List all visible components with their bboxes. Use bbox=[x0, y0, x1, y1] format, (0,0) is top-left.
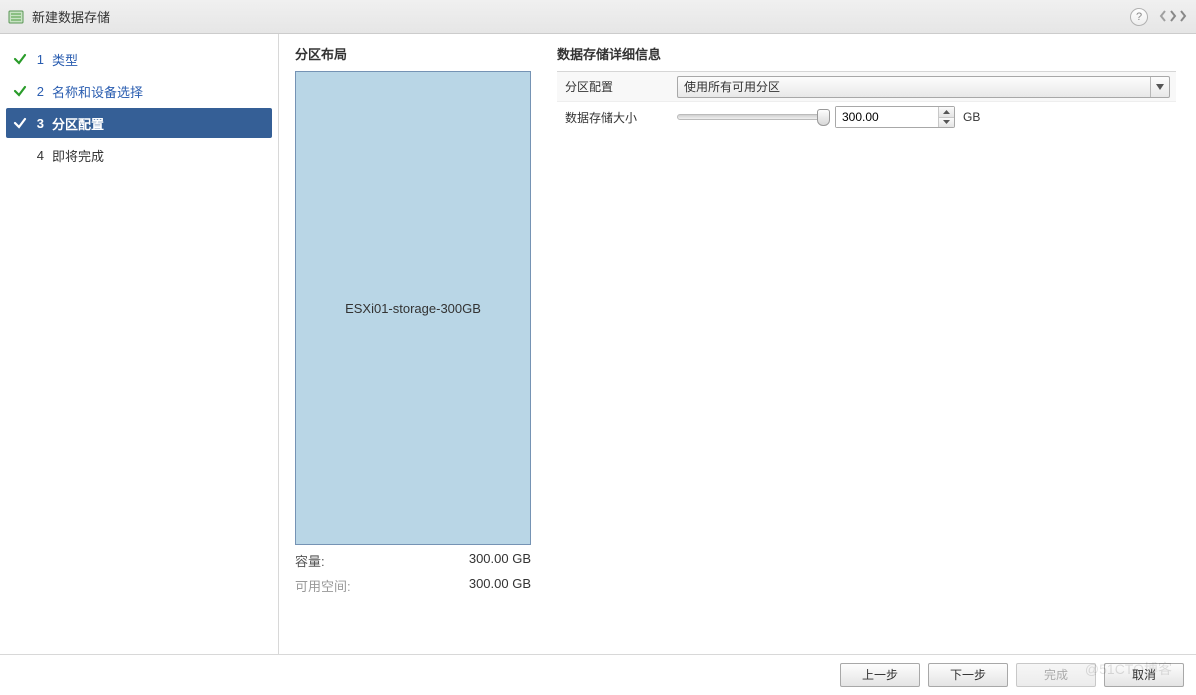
partition-config-label: 分区配置 bbox=[565, 78, 677, 95]
details-panel: 分区配置 使用所有可用分区 数据存储大小 bbox=[557, 71, 1176, 132]
datastore-size-row: 数据存储大小 GB bbox=[557, 102, 1176, 132]
step-ready-complete: 4 即将完成 bbox=[6, 140, 272, 170]
nav-next-icon[interactable] bbox=[1168, 9, 1178, 25]
partition-config-dropdown[interactable]: 使用所有可用分区 bbox=[677, 76, 1170, 98]
capacity-label: 容量: bbox=[295, 551, 325, 570]
step-number: 2 bbox=[28, 84, 44, 99]
datastore-size-spinner[interactable] bbox=[835, 106, 955, 128]
datastore-size-slider[interactable] bbox=[677, 114, 827, 120]
partition-block-label: ESXi01-storage-300GB bbox=[345, 301, 481, 316]
step-number: 4 bbox=[28, 148, 44, 163]
cancel-button[interactable]: 取消 bbox=[1104, 663, 1184, 687]
datastore-details-title: 数据存储详细信息 bbox=[557, 44, 1176, 63]
main-content: 分区布局 ESXi01-storage-300GB 容量: 300.00 GB … bbox=[279, 34, 1196, 654]
nav-prev-icon[interactable] bbox=[1158, 9, 1168, 25]
step-label: 即将完成 bbox=[52, 146, 104, 165]
step-number: 3 bbox=[28, 116, 44, 131]
step-partition-config[interactable]: 3 分区配置 bbox=[6, 108, 272, 138]
step-label: 类型 bbox=[52, 50, 78, 69]
freespace-value: 300.00 GB bbox=[469, 576, 531, 595]
capacity-value: 300.00 GB bbox=[469, 551, 531, 570]
freespace-label: 可用空间: bbox=[295, 576, 351, 595]
datastore-size-input[interactable] bbox=[836, 107, 938, 127]
dialog-title: 新建数据存储 bbox=[32, 7, 110, 26]
finish-button: 完成 bbox=[1016, 663, 1096, 687]
check-icon bbox=[12, 52, 28, 66]
datastore-icon bbox=[8, 9, 24, 25]
wizard-steps-sidebar: 1 类型 2 名称和设备选择 3 分区配置 4 即将完成 bbox=[0, 34, 279, 654]
capacity-row: 容量: 300.00 GB bbox=[295, 551, 531, 570]
spinner-up-icon[interactable] bbox=[939, 107, 954, 118]
wizard-footer: 上一步 下一步 完成 取消 bbox=[0, 654, 1196, 694]
nav-next2-icon[interactable] bbox=[1178, 9, 1188, 25]
datastore-details-column: 数据存储详细信息 分区配置 使用所有可用分区 数据存储大小 bbox=[557, 44, 1176, 644]
help-icon[interactable]: ? bbox=[1130, 8, 1148, 26]
check-icon bbox=[12, 84, 28, 98]
step-number: 1 bbox=[28, 52, 44, 67]
chevron-down-icon bbox=[1150, 77, 1168, 97]
step-type[interactable]: 1 类型 bbox=[6, 44, 272, 74]
back-button[interactable]: 上一步 bbox=[840, 663, 920, 687]
step-label: 名称和设备选择 bbox=[52, 82, 143, 101]
next-button[interactable]: 下一步 bbox=[928, 663, 1008, 687]
check-icon bbox=[12, 116, 28, 130]
datastore-size-label: 数据存储大小 bbox=[565, 109, 677, 126]
partition-config-row: 分区配置 使用所有可用分区 bbox=[557, 72, 1176, 102]
dropdown-selected-text: 使用所有可用分区 bbox=[684, 78, 1150, 95]
step-label: 分区配置 bbox=[52, 114, 104, 133]
partition-block: ESXi01-storage-300GB bbox=[295, 71, 531, 545]
freespace-row: 可用空间: 300.00 GB bbox=[295, 576, 531, 595]
wizard-nav-arrows bbox=[1158, 9, 1188, 25]
partition-layout-column: 分区布局 ESXi01-storage-300GB 容量: 300.00 GB … bbox=[295, 44, 531, 644]
partition-layout-title: 分区布局 bbox=[295, 44, 531, 63]
spinner-down-icon[interactable] bbox=[939, 118, 954, 128]
slider-thumb[interactable] bbox=[817, 109, 830, 126]
titlebar: 新建数据存储 ? bbox=[0, 0, 1196, 34]
step-name-device[interactable]: 2 名称和设备选择 bbox=[6, 76, 272, 106]
datastore-size-unit: GB bbox=[963, 110, 980, 124]
